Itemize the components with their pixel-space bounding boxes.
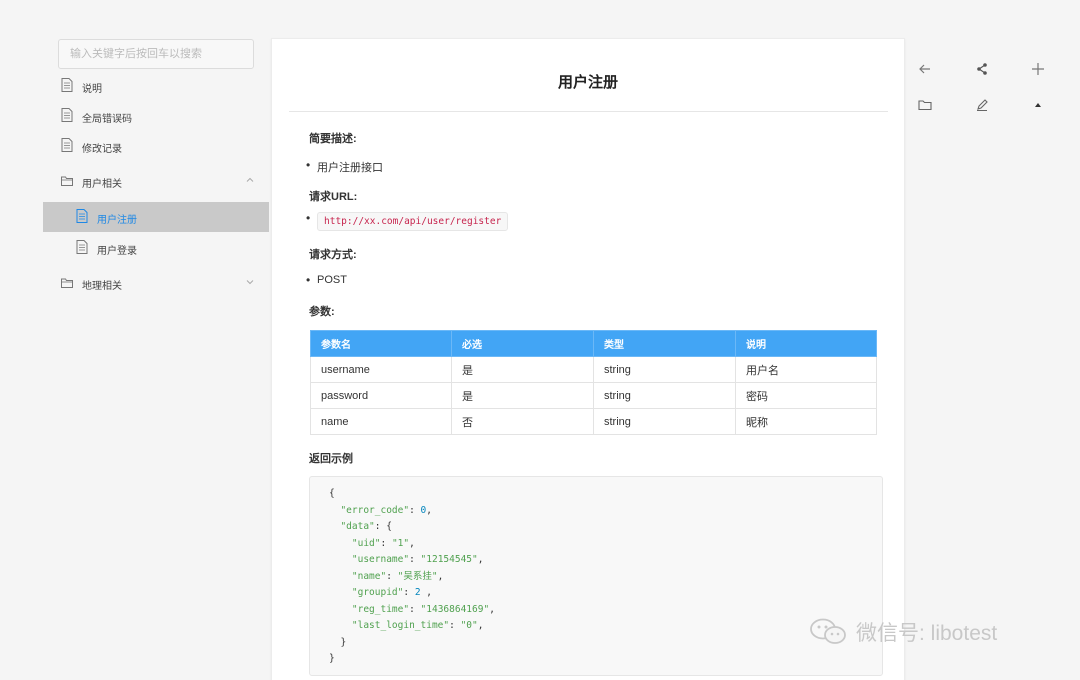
code-line: "reg_time": "1436864169", xyxy=(351,603,495,615)
table-cell: 密码 xyxy=(735,382,877,409)
title-divider xyxy=(289,111,888,112)
method-heading: 请求方式: xyxy=(309,249,357,261)
code-line: "uid": "1", xyxy=(351,537,415,549)
sidebar: 输入关键字后按回车以搜索 说明 全局错误码 修改记录 用户相关 用户注册 用户登… xyxy=(43,38,269,680)
share-icon[interactable] xyxy=(974,61,990,77)
table-cell: 是 xyxy=(451,356,594,383)
return-heading: 返回示例 xyxy=(309,453,353,465)
sidebar-item-label: 地理相关 xyxy=(82,281,122,292)
table-cell: 昵称 xyxy=(735,408,877,435)
code-line: "username": "12154545", xyxy=(351,554,484,565)
summary-heading: 简要描述: xyxy=(309,133,357,145)
code-line: "groupid": 2 , xyxy=(351,587,433,598)
chevron-down-icon xyxy=(246,280,254,285)
code-line: "last_login_time": "0", xyxy=(351,620,484,631)
url-bullet: http://xx.com/api/user/register xyxy=(306,211,509,231)
document-icon xyxy=(76,240,88,254)
sidebar-folder-geo[interactable]: 地理相关 xyxy=(43,268,269,298)
folder-icon xyxy=(61,278,73,288)
table-cell: password xyxy=(310,382,452,409)
url-value: http://xx.com/api/user/register xyxy=(317,212,509,231)
code-line: "name": "吴系挂", xyxy=(351,570,444,582)
chevron-up-icon xyxy=(246,177,254,182)
code-line: "data": { xyxy=(340,521,392,532)
table-cell: string xyxy=(593,356,736,383)
table-row: password 是 string 密码 xyxy=(310,382,877,409)
sidebar-item-error-codes[interactable]: 全局错误码 xyxy=(43,101,269,131)
sidebar-item-readme[interactable]: 说明 xyxy=(43,71,269,101)
sidebar-item-label: 用户相关 xyxy=(82,179,122,190)
table-cell: string xyxy=(593,408,736,435)
back-arrow-icon[interactable] xyxy=(917,61,933,77)
table-cell: username xyxy=(310,356,452,383)
sidebar-item-user-register[interactable]: 用户注册 xyxy=(43,202,269,232)
summary-text: 用户注册接口 xyxy=(306,158,383,175)
column-header: 说明 xyxy=(735,330,877,357)
sidebar-item-label: 说明 xyxy=(82,84,102,95)
url-heading: 请求URL: xyxy=(309,191,358,203)
sidebar-item-label: 用户登录 xyxy=(97,246,137,257)
plus-icon[interactable] xyxy=(1030,61,1046,77)
sidebar-item-user-login[interactable]: 用户登录 xyxy=(43,233,269,263)
table-cell: 是 xyxy=(451,382,594,409)
page-title: 用户注册 xyxy=(557,74,618,91)
folder-icon[interactable] xyxy=(917,97,933,113)
column-header: 类型 xyxy=(593,330,736,357)
sidebar-item-label: 用户注册 xyxy=(97,215,137,226)
params-table: 参数名 必选 类型 说明 username 是 string 用户名 passw… xyxy=(310,330,877,435)
sidebar-item-label: 全局错误码 xyxy=(82,114,132,125)
sidebar-item-changelog[interactable]: 修改记录 xyxy=(43,131,269,161)
code-line: { xyxy=(329,488,335,499)
table-cell: string xyxy=(593,382,736,409)
search-input[interactable]: 输入关键字后按回车以搜索 xyxy=(58,39,254,69)
document-page: 用户注册 简要描述: 用户注册接口 请求URL: http://xx.com/a… xyxy=(271,38,905,680)
wechat-watermark: 微信号: libotest xyxy=(808,616,997,648)
table-cell: 否 xyxy=(451,408,594,435)
table-cell: name xyxy=(310,408,452,435)
table-header-row: 参数名 必选 类型 说明 xyxy=(310,330,877,357)
table-cell: 用户名 xyxy=(735,356,877,383)
wechat-icon xyxy=(810,618,846,644)
column-header: 参数名 xyxy=(310,330,452,357)
method-value: POST xyxy=(306,273,347,287)
document-icon xyxy=(76,209,88,223)
sidebar-folder-user[interactable]: 用户相关 xyxy=(43,166,269,196)
params-heading: 参数: xyxy=(309,306,335,318)
code-line: "error_code": 0, xyxy=(340,504,433,516)
sidebar-item-label: 修改记录 xyxy=(82,144,122,155)
table-row: username 是 string 用户名 xyxy=(310,356,877,383)
code-line: } xyxy=(329,653,335,664)
scroll-top-icon[interactable] xyxy=(1030,97,1046,113)
document-icon xyxy=(61,108,73,122)
watermark-text: 微信号: libotest xyxy=(856,622,998,645)
document-icon xyxy=(61,138,73,152)
column-header: 必选 xyxy=(451,330,594,357)
code-block: { "error_code": 0, "data": { "uid": "1",… xyxy=(309,476,883,676)
edit-icon[interactable] xyxy=(974,97,990,113)
document-icon xyxy=(61,78,73,92)
folder-icon xyxy=(61,176,73,186)
code-line: } xyxy=(340,636,347,648)
table-row: name 否 string 昵称 xyxy=(310,408,877,435)
